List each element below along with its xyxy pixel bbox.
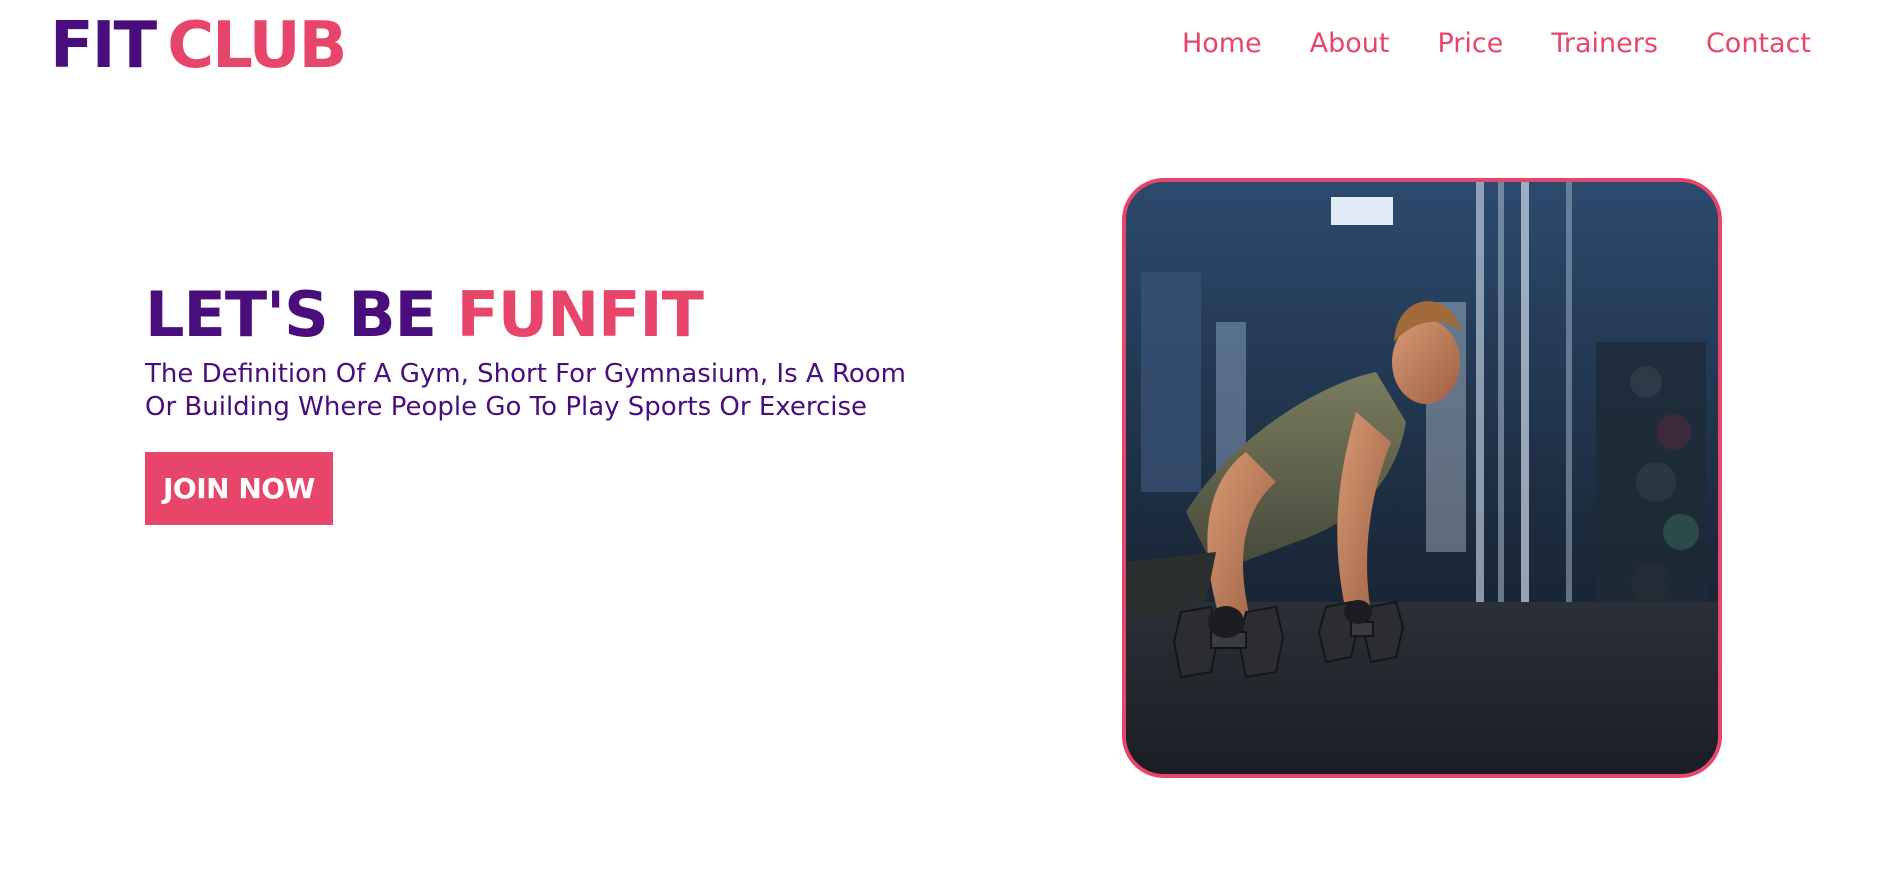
page: FIT CLUB Home About Price Trainers Contac… xyxy=(0,0,1877,872)
nav-contact[interactable]: Contact xyxy=(1706,26,1811,62)
nav-price[interactable]: Price xyxy=(1438,26,1504,62)
nav-home[interactable]: Home xyxy=(1182,26,1262,62)
join-now-button[interactable]: JOIN NOW xyxy=(145,452,333,525)
hero-title-part1: LET'S BE xyxy=(145,278,437,351)
logo-fit: FIT xyxy=(50,9,157,83)
nav-trainers[interactable]: Trainers xyxy=(1551,26,1658,62)
hero-image xyxy=(1122,178,1722,778)
logo-club: CLUB xyxy=(167,9,347,83)
hero-section: LET'S BE FUNFIT The Definition Of A Gym,… xyxy=(145,280,925,525)
main-nav: Home About Price Trainers Contact xyxy=(1182,26,1811,62)
hero-title: LET'S BE FUNFIT xyxy=(145,280,925,350)
site-header: FIT CLUB Home About Price Trainers Contac… xyxy=(0,0,1877,92)
logo[interactable]: FIT CLUB xyxy=(50,6,347,86)
hero-title-part2: FUNFIT xyxy=(456,278,704,351)
gym-photo-illustration xyxy=(1126,182,1718,774)
hero-description: The Definition Of A Gym, Short For Gymna… xyxy=(145,359,906,422)
nav-about[interactable]: About xyxy=(1310,26,1390,62)
